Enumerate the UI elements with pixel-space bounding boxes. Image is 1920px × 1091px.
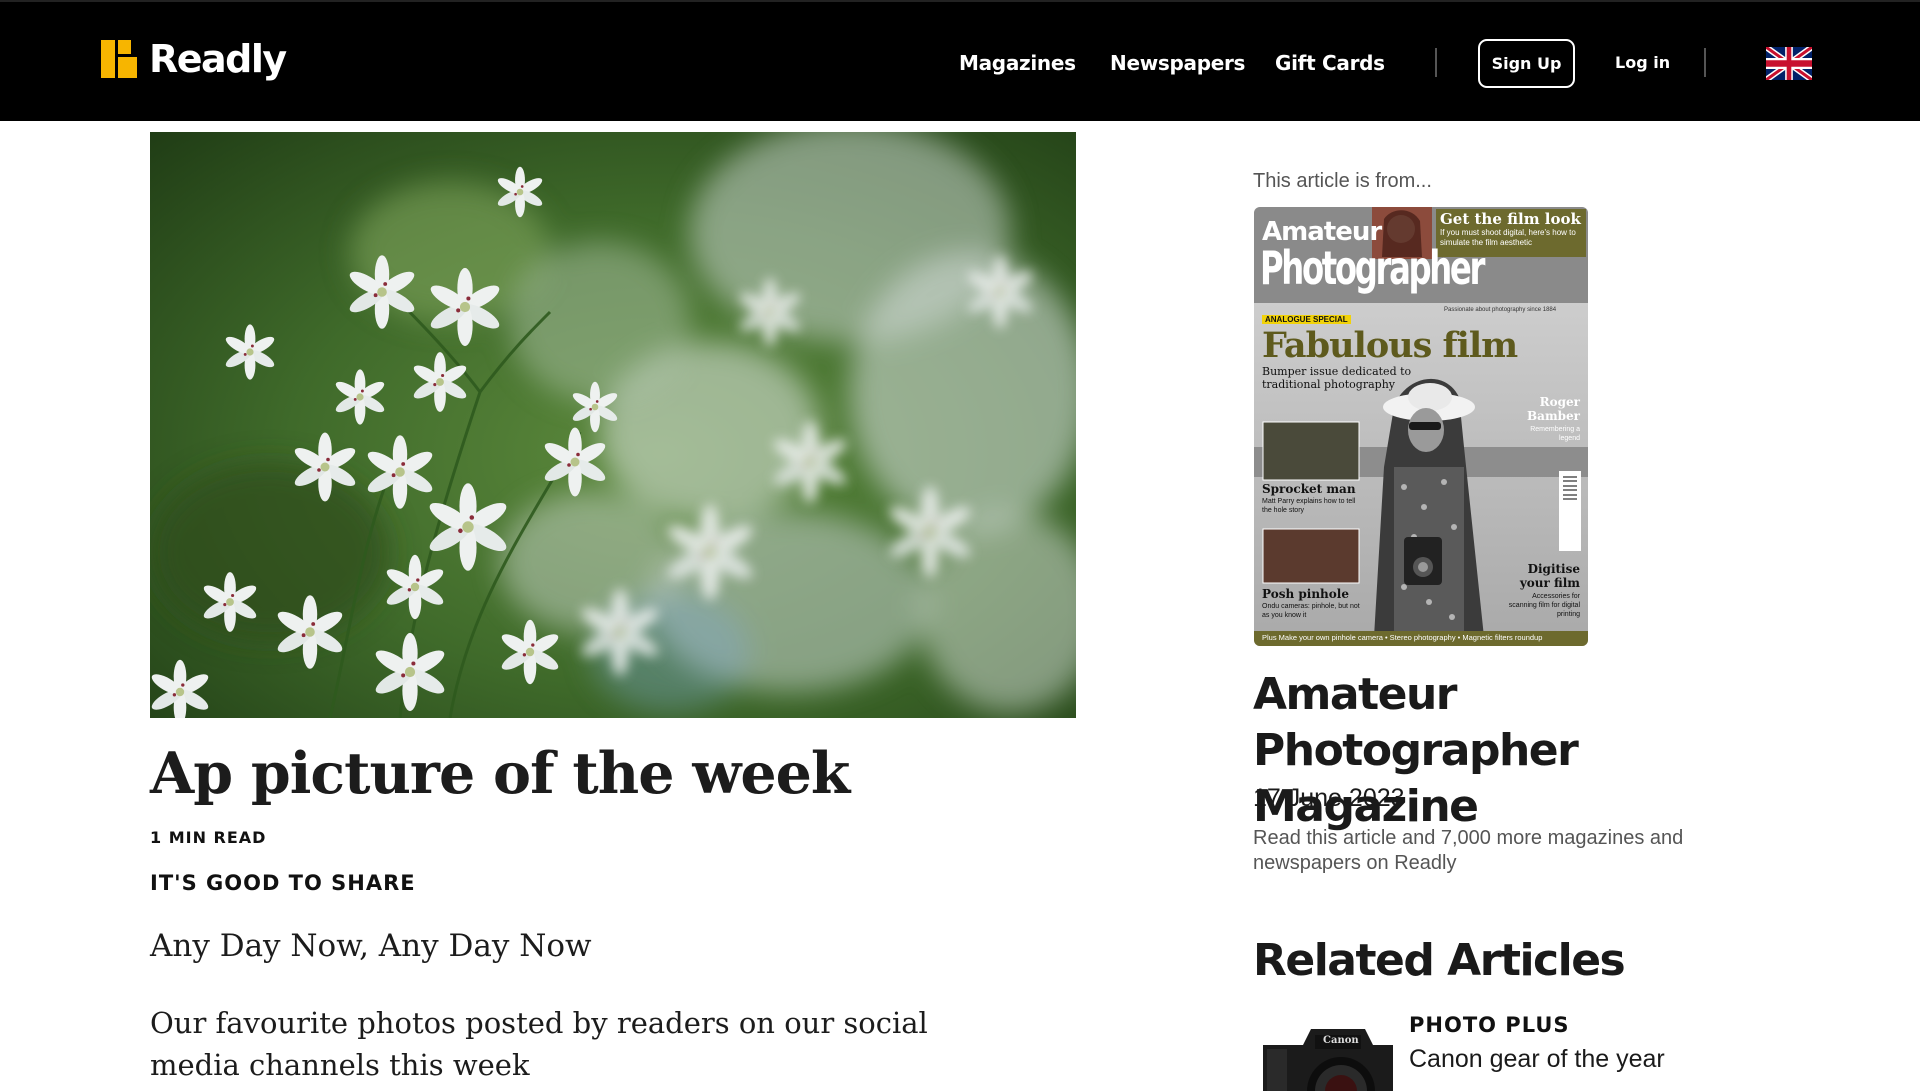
magazine-promo-text: Read this article and 7,000 more magazin… bbox=[1253, 827, 1684, 874]
cover-sprocket-sub: Matt Parry explains how to tell the hole… bbox=[1262, 498, 1356, 514]
related-article-source[interactable]: PHOTO PLUS bbox=[1409, 1013, 1570, 1037]
cover-pinhole-head: Posh pinhole bbox=[1262, 587, 1349, 601]
top-navigation-bar: Readly Magazines Newspapers Gift Cards S… bbox=[0, 0, 1920, 121]
article-section-label: IT'S GOOD TO SHARE bbox=[150, 871, 416, 895]
related-article-thumbnail[interactable]: Canon bbox=[1253, 1015, 1397, 1091]
cover-teaser-head: Get the film look bbox=[1440, 210, 1581, 228]
cover-headline-sub: Bumper issue dedicated to traditional ph… bbox=[1262, 365, 1412, 391]
main-nav: Magazines Newspapers Gift Cards Sign Up … bbox=[0, 2, 1920, 123]
cover-digitise-head: Digitise your film bbox=[1519, 562, 1580, 590]
uk-flag-icon[interactable] bbox=[1766, 47, 1812, 80]
cover-masthead-main: Photographer bbox=[1260, 241, 1485, 295]
article-lead: Our favourite photos posted by readers o… bbox=[150, 1006, 928, 1082]
cover-pinhole-sub: Ondu cameras: pinhole, but not as you kn… bbox=[1262, 603, 1360, 619]
nav-divider bbox=[1435, 48, 1437, 77]
read-time: 1 MIN READ bbox=[150, 828, 267, 847]
nav-newspapers[interactable]: Newspapers bbox=[1110, 51, 1245, 75]
camera-brand-text: Canon bbox=[1323, 1035, 1359, 1046]
nav-divider bbox=[1704, 48, 1706, 77]
article-source-label: This article is from... bbox=[1253, 170, 1432, 192]
magazine-cover[interactable]: Amateur Photographer Get the film look I… bbox=[1254, 207, 1588, 646]
sign-up-button[interactable]: Sign Up bbox=[1478, 39, 1575, 88]
article-title: Ap picture of the week bbox=[150, 740, 850, 807]
article-hero-image bbox=[150, 132, 1076, 718]
cover-digitise-sub: Accessories for scanning film for digita… bbox=[1508, 593, 1580, 618]
cover-badge: ANALOGUE SPECIAL bbox=[1262, 315, 1351, 324]
canon-camera-image bbox=[1253, 1015, 1397, 1091]
cover-teaser-body: If you must shoot digital, here's how to… bbox=[1440, 228, 1576, 247]
cover-roger-sub: Remembering a legend bbox=[1530, 426, 1580, 442]
article-subtitle: Any Day Now, Any Day Now bbox=[150, 928, 592, 964]
related-articles-heading: Related Articles bbox=[1253, 935, 1626, 986]
white-flowers-photo bbox=[150, 132, 1076, 718]
log-in-link[interactable]: Log in bbox=[1615, 53, 1670, 72]
cover-tagline: Passionate about photography since 1884 bbox=[1444, 307, 1557, 313]
related-article-title[interactable]: Canon gear of the year bbox=[1409, 1045, 1665, 1074]
magazine-issue-date: 17 June 2023 bbox=[1253, 784, 1405, 812]
cover-sprocket-head: Sprocket man bbox=[1262, 482, 1356, 496]
cover-footer: Plus Make your own pinhole camera • Ster… bbox=[1262, 633, 1543, 642]
nav-gift-cards[interactable]: Gift Cards bbox=[1275, 51, 1385, 75]
nav-magazines[interactable]: Magazines bbox=[959, 51, 1076, 75]
cover-roger-head: Roger Bamber bbox=[1527, 395, 1580, 423]
cover-headline: Fabulous film bbox=[1262, 325, 1518, 366]
